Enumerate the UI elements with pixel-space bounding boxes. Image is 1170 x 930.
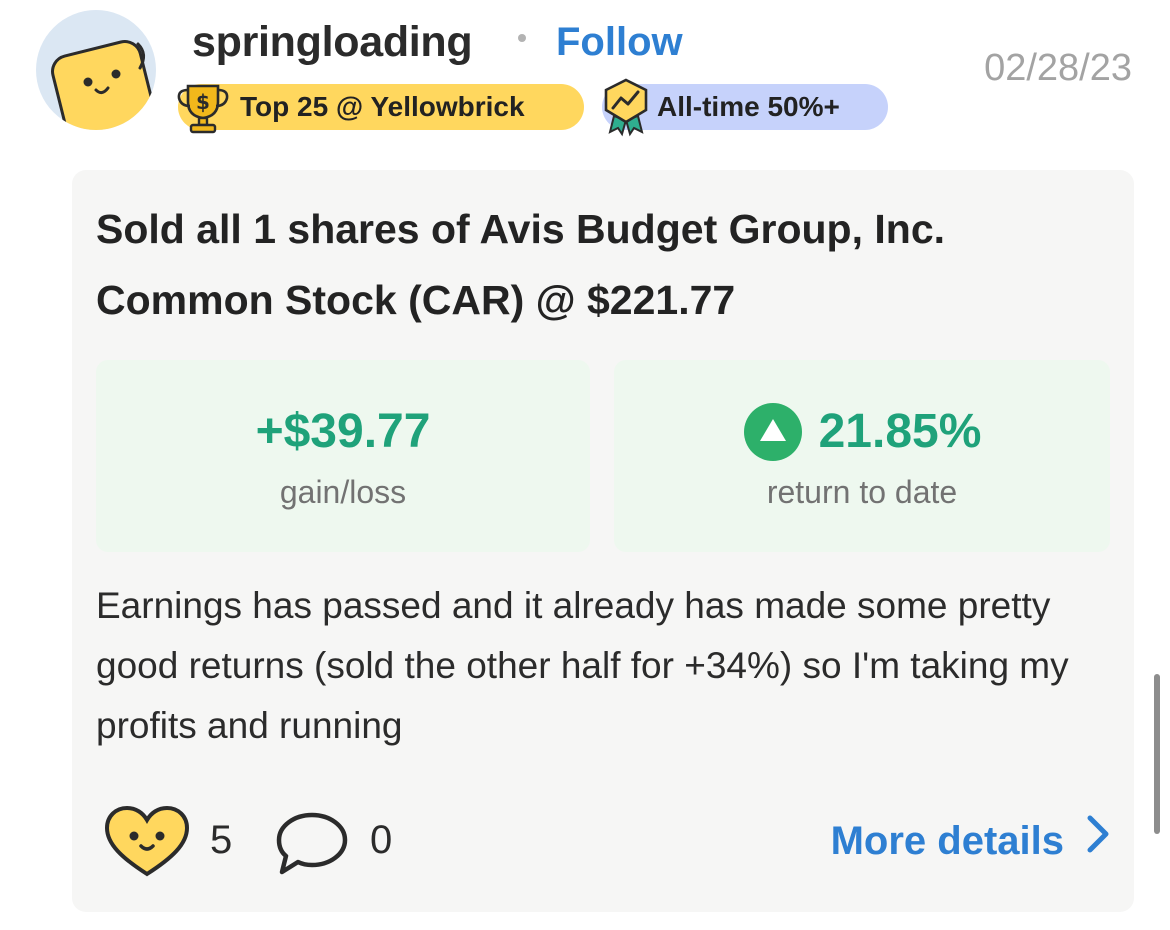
comment-button[interactable] xyxy=(274,810,350,883)
like-count: 5 xyxy=(210,818,233,862)
more-details-link[interactable]: More details xyxy=(831,814,1110,867)
gain-value: +$39.77 xyxy=(255,405,431,458)
heart-face-icon xyxy=(104,805,190,877)
chart-ribbon-icon xyxy=(598,76,654,152)
up-triangle-icon xyxy=(743,403,802,461)
avatar-character-icon xyxy=(51,40,155,130)
trade-title: Sold all 1 shares of Avis Budget Group, … xyxy=(96,206,946,323)
return-row: 21.85% xyxy=(614,400,1110,464)
follow-button[interactable]: Follow xyxy=(556,14,683,70)
return-value: 21.85% xyxy=(818,405,982,458)
badge-all-time[interactable]: All-time 50%+ xyxy=(602,78,888,137)
speech-bubble-icon xyxy=(276,812,348,875)
badge-top-25[interactable]: $ Top 25 @ Yellowbrick xyxy=(177,84,584,134)
separator-dot xyxy=(518,34,526,42)
comment-count: 0 xyxy=(370,818,393,862)
scrollbar[interactable] xyxy=(1154,674,1160,834)
gain-loss-stat: +$39.77 gain/loss xyxy=(96,360,590,552)
gain-label: gain/loss xyxy=(279,474,407,510)
return-stat: 21.85% return to date xyxy=(614,360,1110,552)
more-details-label: More details xyxy=(830,818,1064,863)
chevron-right-icon xyxy=(1086,814,1110,867)
badge-all-time-label: All-time 50%+ xyxy=(657,91,840,122)
like-button[interactable] xyxy=(102,804,192,885)
svg-text:$: $ xyxy=(196,90,210,114)
post-date: 02/28/23 xyxy=(984,47,1132,89)
trade-card[interactable]: Sold all 1 shares of Avis Budget Group, … xyxy=(72,170,1134,912)
badge-top-25-label: Top 25 @ Yellowbrick xyxy=(240,91,525,122)
post-body: Earnings has passed and it already has m… xyxy=(96,585,1069,746)
avatar[interactable] xyxy=(36,10,156,130)
return-label: return to date xyxy=(766,474,958,510)
trophy-dollar-icon: $ xyxy=(174,78,232,150)
username[interactable]: springloading xyxy=(192,14,473,70)
